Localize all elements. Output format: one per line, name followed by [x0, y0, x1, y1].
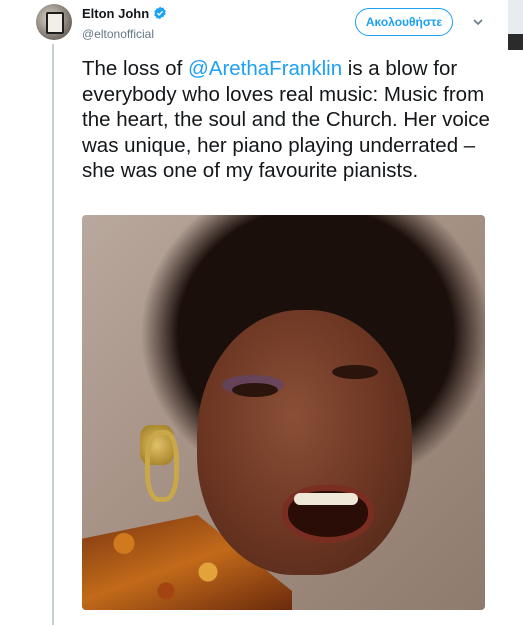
photo-teeth	[294, 493, 358, 505]
mention-link[interactable]: @ArethaFranklin	[188, 57, 342, 80]
left-gutter	[0, 0, 24, 625]
avatar-logo-icon	[46, 12, 64, 34]
avatar[interactable]	[36, 4, 72, 40]
right-sidebar-clipped	[508, 50, 523, 625]
photo-earring-hoop	[145, 430, 179, 502]
verified-badge-icon	[154, 6, 166, 20]
chevron-down-icon[interactable]	[472, 16, 484, 28]
photo-eye-left	[232, 383, 278, 397]
photo-eye-right	[332, 365, 378, 379]
handle[interactable]: @eltonofficial	[82, 27, 154, 41]
follow-button[interactable]: Ακολουθήστε	[355, 8, 453, 36]
tweet-card: Elton John @eltonofficial Ακολουθήστε Th…	[0, 0, 508, 625]
tweet-text-start: The loss of	[82, 57, 188, 80]
thread-line	[52, 44, 54, 625]
tweet-photo[interactable]	[82, 215, 485, 610]
tweet-text: The loss of @ArethaFranklin is a blow fo…	[82, 56, 492, 184]
display-name[interactable]: Elton John	[82, 6, 149, 21]
